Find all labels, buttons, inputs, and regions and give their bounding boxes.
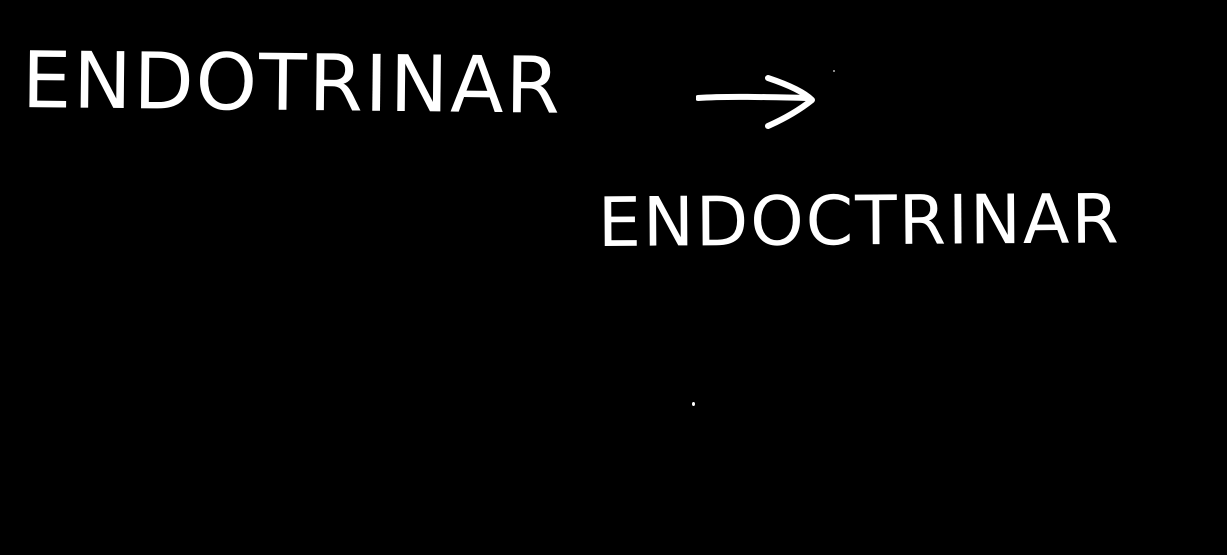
right-arrow-icon bbox=[696, 75, 815, 129]
chalk-speck bbox=[833, 70, 835, 72]
corrected-word: ENDOCTRINAR bbox=[597, 180, 1121, 263]
chalkboard: ENDOTRINAR ENDOCTRINAR bbox=[0, 0, 1227, 555]
original-word: ENDOTRINAR bbox=[21, 36, 563, 132]
chalk-speck bbox=[692, 402, 695, 406]
